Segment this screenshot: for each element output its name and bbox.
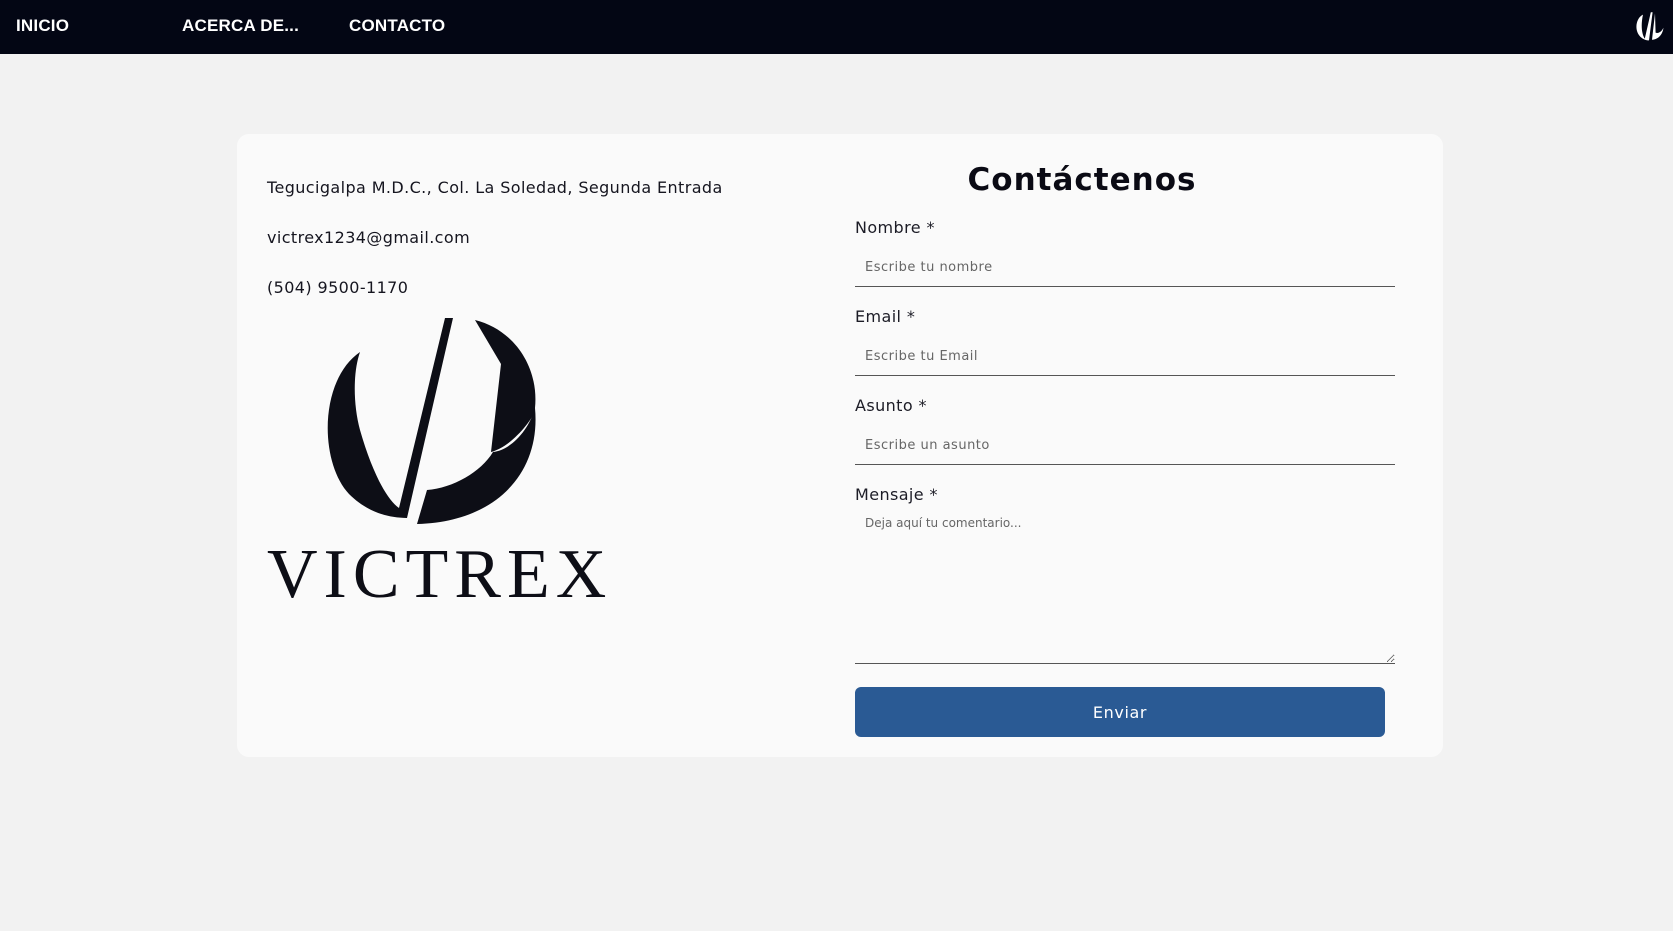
contact-card: Tegucigalpa M.D.C., Col. La Soledad, Seg… [237, 134, 1443, 757]
logo-wordmark: VICTREX [267, 536, 612, 602]
victrex-emblem-icon [327, 318, 536, 524]
name-input[interactable] [855, 249, 1395, 287]
name-label: Nombre * [855, 218, 935, 237]
message-label: Mensaje * [855, 485, 938, 504]
subject-label: Asunto * [855, 396, 927, 415]
nav-link-contacto[interactable]: CONTACTO [349, 16, 445, 36]
nav-link-acerca-de[interactable]: ACERCA DE... [182, 16, 299, 36]
subject-input[interactable] [855, 427, 1395, 465]
submit-button[interactable]: Enviar [855, 687, 1385, 737]
email-label: Email * [855, 307, 916, 326]
top-navbar: INICIO ACERCA DE... CONTACTO [0, 0, 1673, 54]
victrex-logo: VICTREX [267, 318, 612, 602]
address-text: Tegucigalpa M.D.C., Col. La Soledad, Seg… [267, 178, 723, 197]
nav-link-inicio[interactable]: INICIO [16, 16, 69, 36]
victrex-vl-icon[interactable] [1634, 11, 1664, 41]
email-input[interactable] [855, 338, 1395, 376]
email-text: victrex1234@gmail.com [267, 228, 471, 247]
form-title: Contáctenos [967, 162, 1197, 198]
phone-text: (504) 9500-1170 [267, 278, 409, 297]
message-textarea[interactable] [855, 508, 1395, 664]
